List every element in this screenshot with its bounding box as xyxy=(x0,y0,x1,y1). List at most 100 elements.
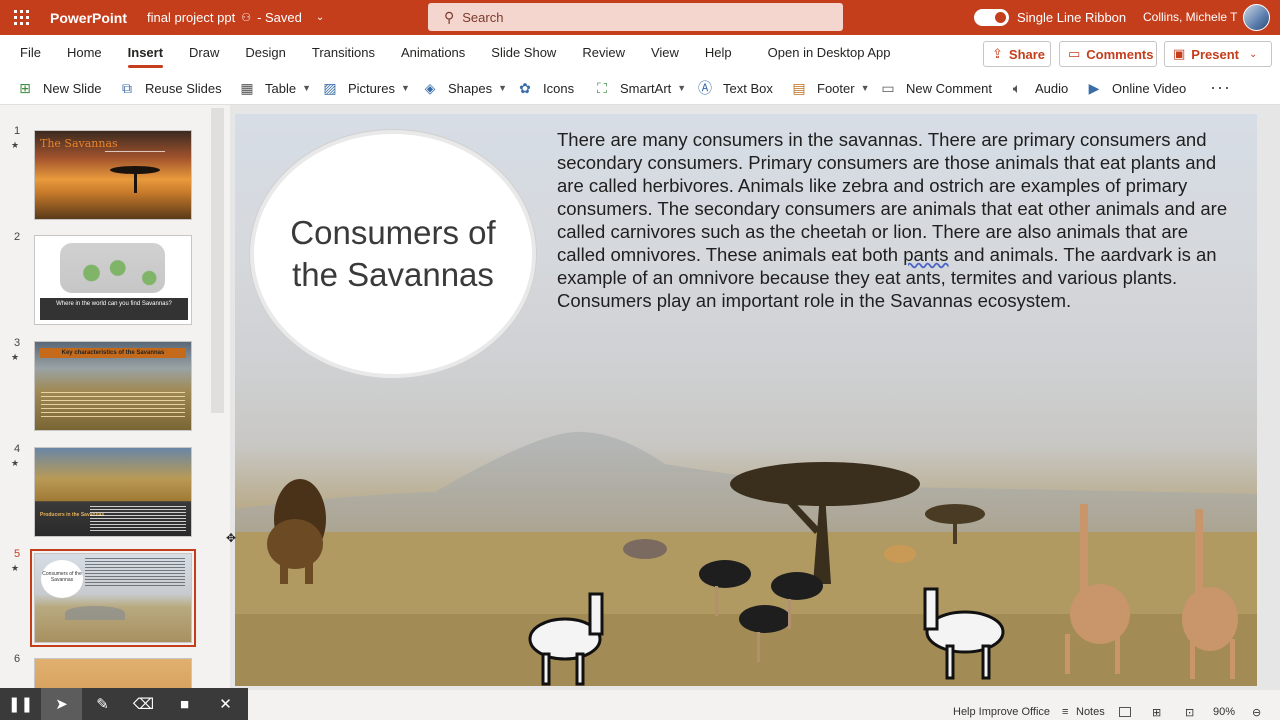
zoom-control-icon[interactable]: ⊖ xyxy=(1252,706,1261,719)
tab-animations[interactable]: Animations xyxy=(388,35,478,71)
tab-insert[interactable]: Insert xyxy=(115,35,176,71)
title-oval-shape[interactable]: Consumers of the Savannas xyxy=(254,134,532,374)
slide-thumbnail-3[interactable]: Key characteristics of the Savannas xyxy=(34,341,192,431)
reuse-slides-icon: ⧉ xyxy=(122,79,132,96)
animation-star-icon: ★ xyxy=(11,563,20,573)
share-icon: ⇪ xyxy=(992,46,1003,61)
comments-button[interactable]: ▭ Comments xyxy=(1059,41,1157,67)
pictures-button[interactable]: ▨ Pictures ▼ xyxy=(321,71,410,105)
audio-button[interactable]: 🔈︎ Audio xyxy=(1008,71,1068,105)
pen-icon[interactable]: ✎ xyxy=(82,688,123,720)
reading-view-icon[interactable]: ⊡ xyxy=(1185,706,1194,719)
search-icon: ⚲ xyxy=(444,8,455,25)
footer-button[interactable]: ▤ Footer ▼ xyxy=(790,71,869,105)
notes-button[interactable]: Notes xyxy=(1076,706,1105,718)
new-comment-button[interactable]: ▭ New Comment xyxy=(879,71,992,105)
command-bar: ⊞ New Slide ⧉ Reuse Slides ▦ Table ▼ ▨ Pictur… xyxy=(0,71,1280,105)
video-icon: ▶ xyxy=(1088,79,1100,96)
slide-thumbnail-4[interactable]: Producers in the Savannas xyxy=(34,447,192,537)
thumbnail-subtitle-line xyxy=(105,151,165,159)
slide-thumbnail-2[interactable]: Where in the world can you find Savannas… xyxy=(34,235,192,325)
notes-icon: ≡ xyxy=(1062,706,1069,718)
misspelled-word[interactable]: pants xyxy=(903,244,948,265)
save-status: - Saved xyxy=(257,10,302,25)
close-icon[interactable]: ✕ xyxy=(205,688,246,720)
reuse-slides-label: Reuse Slides xyxy=(145,80,222,96)
comment-icon: ▭ xyxy=(881,79,895,96)
present-label: Present xyxy=(1191,46,1239,62)
animation-star-icon: ★ xyxy=(11,458,20,468)
pointer-icon[interactable]: ➤ xyxy=(41,688,82,720)
share-label: Share xyxy=(1008,46,1046,62)
tab-design[interactable]: Design xyxy=(232,35,298,71)
tab-help[interactable]: Help xyxy=(692,35,745,71)
new-slide-label: New Slide xyxy=(43,80,102,96)
present-button[interactable]: ▣ Present ⌄ xyxy=(1164,41,1272,67)
thumbnail-hill xyxy=(65,606,125,620)
zoom-level[interactable]: 90% xyxy=(1213,706,1235,718)
tab-draw[interactable]: Draw xyxy=(176,35,232,71)
eraser-icon[interactable]: ⌫ xyxy=(123,688,164,720)
slide-5[interactable]: Consumers of the Savannas There are many… xyxy=(235,114,1257,686)
tab-transitions[interactable]: Transitions xyxy=(299,35,388,71)
chevron-down-icon: ▼ xyxy=(400,83,410,93)
chevron-down-icon[interactable]: ⌄ xyxy=(316,12,324,23)
slide-number: 4 xyxy=(14,443,21,455)
search-input[interactable]: ⚲ Search xyxy=(428,3,843,31)
slide-thumbnail-5[interactable]: Consumers of the Savannas xyxy=(30,549,196,647)
document-name[interactable]: final project ppt xyxy=(147,10,235,25)
normal-view-icon[interactable] xyxy=(1119,707,1131,717)
text-box-icon: Ⓐ xyxy=(698,80,712,96)
thumbnail-text-lines xyxy=(41,392,185,418)
slide-number: 2 xyxy=(14,231,21,243)
acacia-tree-trunk xyxy=(134,173,137,193)
shapes-button[interactable]: ◈ Shapes ▼ xyxy=(421,71,507,105)
help-improve-office[interactable]: Help Improve Office xyxy=(953,706,1050,718)
text-box-button[interactable]: Ⓐ Text Box xyxy=(696,71,773,105)
more-commands-icon[interactable]: ··· xyxy=(1210,77,1231,98)
slide-body-text[interactable]: There are many consumers in the savannas… xyxy=(557,128,1237,312)
shapes-label: Shapes xyxy=(448,80,493,96)
slide-thumbnail-1[interactable]: The Savannas xyxy=(34,130,192,220)
icons-button[interactable]: ✿ Icons xyxy=(516,71,574,105)
app-name[interactable]: PowerPoint xyxy=(50,10,127,26)
online-video-label: Online Video xyxy=(1112,80,1187,96)
savanna-scene-image[interactable] xyxy=(235,414,1257,686)
footer-label: Footer xyxy=(817,80,855,96)
slide-title[interactable]: Consumers of the Savannas xyxy=(283,212,503,296)
single-line-ribbon-toggle[interactable] xyxy=(974,9,1009,26)
animation-star-icon: ★ xyxy=(11,352,20,362)
slide-thumbnail-pane: 1 ★ The Savannas 2 Where in the world ca… xyxy=(0,105,230,720)
tab-slide-show[interactable]: Slide Show xyxy=(478,35,569,71)
user-name[interactable]: Collins, Michele T xyxy=(1143,10,1237,24)
chevron-down-icon: ▼ xyxy=(677,83,687,93)
app-launcher-icon[interactable] xyxy=(0,0,42,35)
tab-review[interactable]: Review xyxy=(569,35,638,71)
slide-sorter-icon[interactable]: ⊞ xyxy=(1152,706,1161,719)
smartart-button[interactable]: ⛶ SmartArt ▼ xyxy=(593,71,686,105)
tab-file[interactable]: File xyxy=(7,35,54,71)
thumbnail-scrollbar[interactable] xyxy=(211,108,224,413)
pause-icon[interactable]: ❚❚ xyxy=(0,688,41,720)
comments-label: Comments xyxy=(1086,46,1154,62)
recording-toolbar: ❚❚ ➤ ✎ ⌫ ■ ✕ xyxy=(0,688,248,720)
avatar[interactable] xyxy=(1243,4,1270,31)
new-slide-icon: ⊞ xyxy=(19,79,31,96)
online-video-button[interactable]: ▶ Online Video xyxy=(1085,71,1187,105)
chevron-down-icon: ⌄ xyxy=(1249,48,1258,60)
table-label: Table xyxy=(265,80,297,96)
tab-home[interactable]: Home xyxy=(54,35,115,71)
chevron-down-icon: ▼ xyxy=(498,83,508,93)
shared-people-icon: ⚇ xyxy=(241,12,252,24)
reuse-slides-button[interactable]: ⧉ Reuse Slides xyxy=(118,71,222,105)
share-button[interactable]: ⇪ Share xyxy=(983,41,1051,67)
wildebeest xyxy=(623,539,667,559)
world-map-image xyxy=(60,243,165,293)
smartart-icon: ⛶ xyxy=(597,79,607,96)
footer-icon: ▤ xyxy=(792,79,806,96)
table-button[interactable]: ▦ Table ▼ xyxy=(238,71,311,105)
camera-icon[interactable]: ■ xyxy=(164,688,205,720)
tab-view[interactable]: View xyxy=(638,35,692,71)
new-slide-button[interactable]: ⊞ New Slide xyxy=(16,71,102,105)
open-in-desktop-app[interactable]: Open in Desktop App xyxy=(755,35,904,71)
